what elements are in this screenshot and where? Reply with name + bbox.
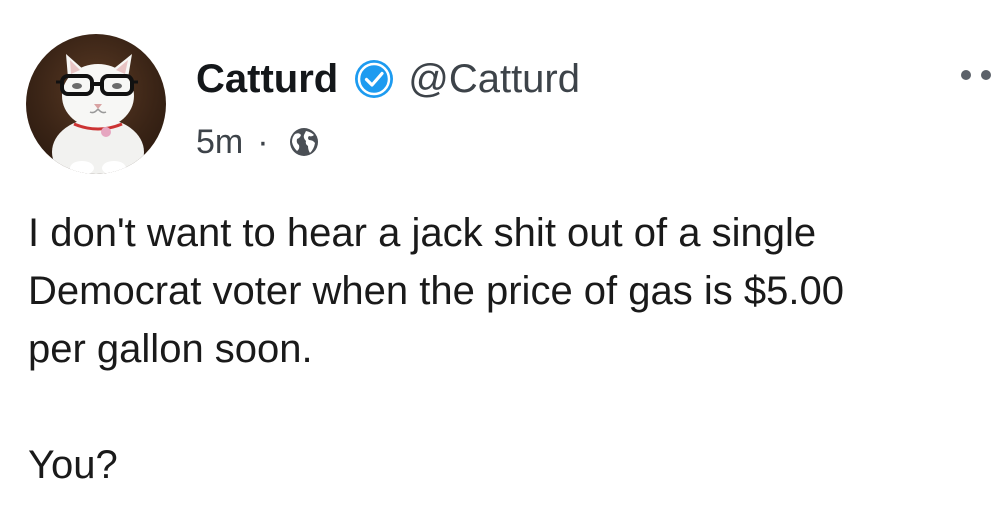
verified-badge-icon xyxy=(354,59,394,99)
tweet-text: I don't want to hear a jack shit out of … xyxy=(28,204,978,494)
author-handle[interactable]: @Catturd xyxy=(408,57,580,102)
meta-separator: · xyxy=(257,122,269,161)
dot-icon xyxy=(981,70,991,80)
tweet-text-paragraph: You? xyxy=(28,443,118,487)
tweet-meta: 5m · xyxy=(196,120,321,164)
author-display-name[interactable]: Catturd xyxy=(196,57,338,102)
tweet-text-line: Democrat voter when the price of gas is … xyxy=(28,269,844,313)
more-options-button[interactable] xyxy=(961,70,991,80)
author-row: Catturd @Catturd xyxy=(196,54,580,104)
dot-icon xyxy=(961,70,971,80)
tweet-text-line: per gallon soon. xyxy=(28,327,313,371)
avatar[interactable] xyxy=(26,34,166,174)
cat-with-glasses-avatar-icon xyxy=(52,54,144,174)
tweet-text-line: I don't want to hear a jack shit out of … xyxy=(28,211,817,255)
globe-icon xyxy=(287,125,321,159)
tweet-timestamp[interactable]: 5m xyxy=(196,123,243,162)
tweet-card: Catturd @Catturd 5m · I don't want to he… xyxy=(0,0,993,520)
